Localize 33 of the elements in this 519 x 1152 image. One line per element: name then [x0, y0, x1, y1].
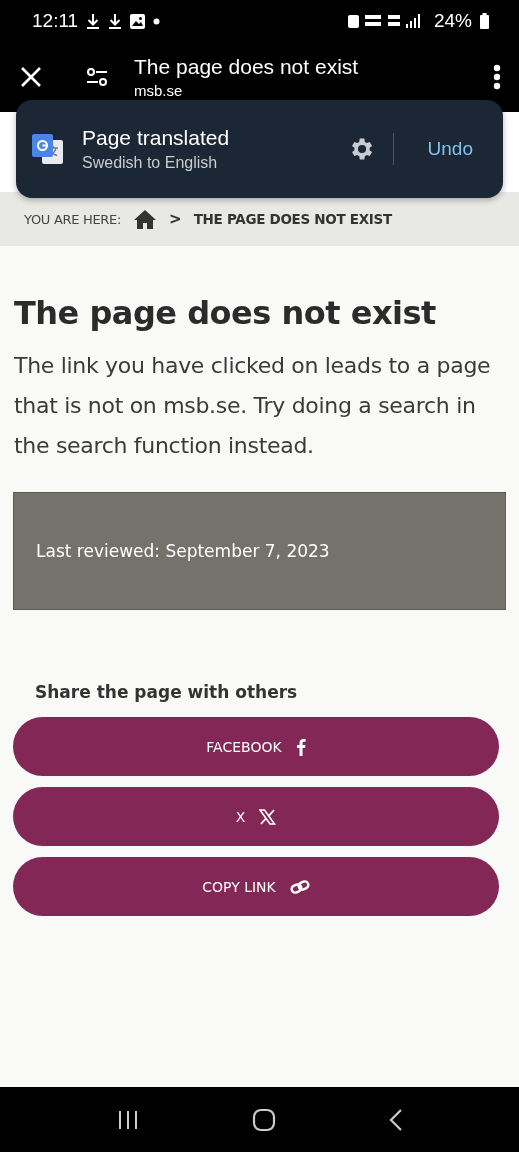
breadcrumb-current: THE PAGE DOES NOT EXIST: [193, 211, 392, 227]
dot-icon: [153, 17, 161, 25]
close-icon[interactable]: [20, 66, 42, 88]
link-icon: [289, 878, 310, 895]
settings-sliders-icon[interactable]: [86, 67, 108, 87]
breadcrumb-separator: >: [169, 210, 182, 228]
x-logo-icon: [259, 808, 277, 825]
page-body-text: The link you have clicked on leads to a page that is not on msb.se. Try doing a search in the search function instead.: [14, 352, 492, 460]
page-domain: msb.se: [134, 82, 184, 99]
home-icon[interactable]: [133, 209, 158, 229]
page-title: The page does not exist: [134, 55, 360, 79]
page-heading: The page does not exist: [14, 294, 437, 332]
toast-title: Page translated: [82, 126, 231, 150]
recent-apps-icon[interactable]: [116, 1109, 139, 1130]
share-heading: Share the page with others: [35, 682, 299, 702]
toast-subtitle: Swedish to English: [82, 154, 219, 172]
share-button[interactable]: COPY LINK: [13, 857, 499, 916]
image-icon: [130, 13, 146, 29]
translate-icon: [32, 134, 64, 164]
download-icon: [108, 13, 123, 29]
home-button-icon[interactable]: [251, 1107, 276, 1132]
last-reviewed-text: Last reviewed: September 7, 2023: [36, 541, 330, 561]
more-menu-icon[interactable]: [493, 64, 501, 90]
share-button[interactable]: X: [13, 787, 499, 846]
undo-button[interactable]: Undo: [417, 134, 483, 164]
status-time: 12:11: [32, 10, 79, 32]
download-icon: [86, 13, 101, 29]
battery-percent: 24%: [433, 10, 472, 32]
share-button[interactable]: FACEBOOK: [13, 717, 499, 776]
breadcrumb-label: YOU ARE HERE:: [24, 211, 122, 227]
back-icon[interactable]: [388, 1108, 403, 1131]
facebook-icon: [295, 737, 306, 756]
battery-icon: [480, 13, 489, 29]
